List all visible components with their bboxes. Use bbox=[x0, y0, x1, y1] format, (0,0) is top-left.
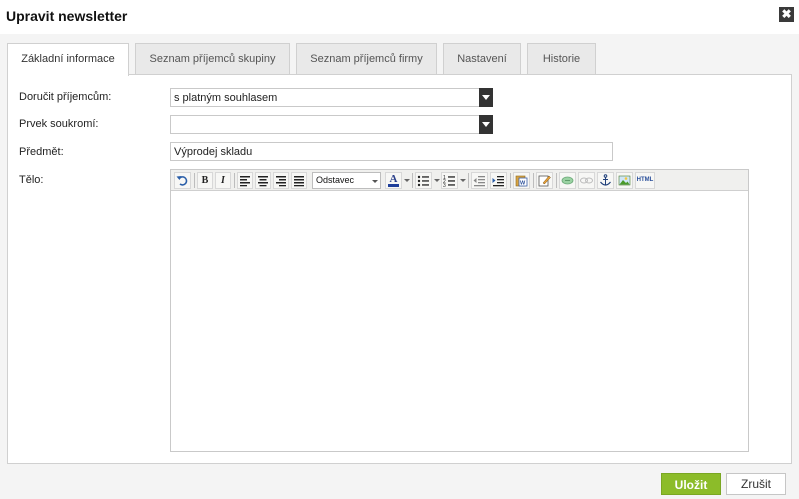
tab-nastaveni[interactable]: Nastavení bbox=[443, 43, 521, 75]
toolbar-separator bbox=[412, 173, 413, 188]
dialog-titlebar: Upravit newsletter ✖ bbox=[0, 0, 799, 34]
align-center-icon[interactable] bbox=[255, 172, 271, 189]
chevron-down-icon[interactable] bbox=[479, 115, 493, 134]
tab-seznam-prijemcu-firmy[interactable]: Seznam příjemců firmy bbox=[296, 43, 437, 75]
bullet-list-icon[interactable] bbox=[415, 172, 432, 189]
link-icon[interactable] bbox=[559, 172, 576, 189]
toolbar-separator bbox=[556, 173, 557, 188]
subject-input[interactable] bbox=[170, 142, 613, 161]
deliver-label: Doručit příjemcům: bbox=[19, 91, 112, 103]
tab-zakladni-informace[interactable]: Základní informace bbox=[7, 43, 129, 76]
toolbar-separator bbox=[468, 173, 469, 188]
chevron-down-icon[interactable] bbox=[404, 179, 410, 182]
align-right-icon[interactable] bbox=[273, 172, 289, 189]
align-justify-icon[interactable] bbox=[291, 172, 307, 189]
format-select[interactable]: Odstavec bbox=[312, 172, 381, 189]
chevron-down-icon[interactable] bbox=[434, 179, 440, 182]
toolbar-separator bbox=[510, 173, 511, 188]
chevron-down-icon bbox=[372, 180, 378, 183]
toolbar-separator bbox=[234, 173, 235, 188]
toolbar-separator bbox=[194, 173, 195, 188]
tab-historie[interactable]: Historie bbox=[527, 43, 596, 75]
subject-label: Předmět: bbox=[19, 146, 64, 158]
toolbar-separator bbox=[533, 173, 534, 188]
rich-text-editor: B I Odstavec A 1 2 3 W HTML bbox=[170, 169, 749, 452]
paste-word-icon[interactable]: W bbox=[513, 172, 530, 189]
anchor-icon[interactable] bbox=[597, 172, 614, 189]
privacy-label: Prvek soukromí: bbox=[19, 118, 99, 130]
tab-seznam-prijemcu-skupiny[interactable]: Seznam příjemců skupiny bbox=[135, 43, 290, 75]
bold-icon[interactable]: B bbox=[197, 172, 213, 189]
svg-text:3: 3 bbox=[443, 183, 446, 188]
save-button[interactable]: Uložit bbox=[661, 473, 721, 495]
format-select-value: Odstavec bbox=[316, 175, 355, 185]
editor-content-area[interactable] bbox=[171, 191, 748, 451]
editor-toolbar: B I Odstavec A 1 2 3 W HTML bbox=[171, 170, 748, 191]
edit-icon[interactable] bbox=[536, 172, 553, 189]
numbered-list-icon[interactable]: 123 bbox=[441, 172, 458, 189]
chevron-down-icon[interactable] bbox=[460, 179, 466, 182]
privacy-select[interactable] bbox=[170, 115, 493, 134]
svg-text:W: W bbox=[520, 181, 526, 187]
body-label: Tělo: bbox=[19, 174, 44, 186]
undo-icon[interactable] bbox=[174, 172, 191, 189]
close-icon[interactable]: ✖ bbox=[779, 7, 794, 22]
chevron-down-icon[interactable] bbox=[479, 88, 493, 107]
align-left-icon[interactable] bbox=[237, 172, 253, 189]
image-icon[interactable] bbox=[616, 172, 633, 189]
unlink-icon[interactable] bbox=[578, 172, 595, 189]
italic-icon[interactable]: I bbox=[215, 172, 231, 189]
indent-icon[interactable] bbox=[490, 172, 507, 189]
font-color-icon[interactable]: A bbox=[385, 172, 402, 189]
html-icon[interactable]: HTML bbox=[635, 172, 655, 189]
deliver-select[interactable]: s platným souhlasem bbox=[170, 88, 493, 107]
outdent-icon[interactable] bbox=[471, 172, 488, 189]
cancel-button[interactable]: Zrušit bbox=[726, 473, 786, 495]
deliver-select-value: s platným souhlasem bbox=[174, 92, 278, 104]
dialog-title: Upravit newsletter bbox=[6, 8, 128, 24]
